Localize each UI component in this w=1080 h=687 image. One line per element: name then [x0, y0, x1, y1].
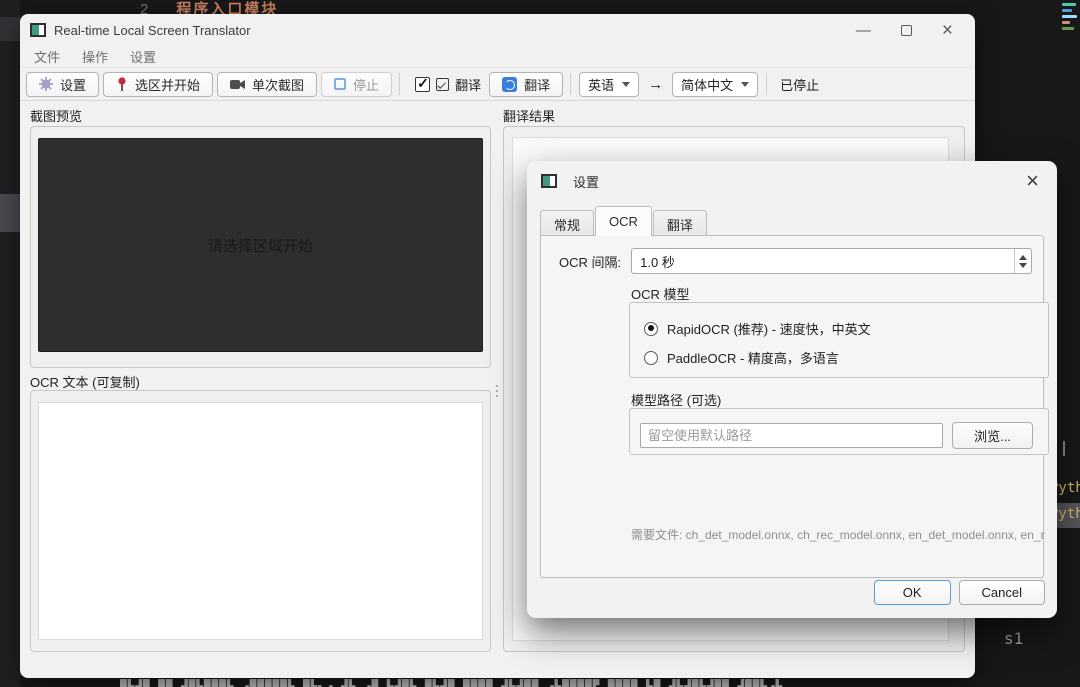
- toolbar-separator: [570, 73, 572, 95]
- menu-action[interactable]: 操作: [82, 47, 108, 66]
- status-label: 已停止: [780, 77, 820, 93]
- ocr-model-group-title: OCR 模型: [631, 287, 690, 302]
- direction-arrow: →: [648, 75, 664, 93]
- preview-label: 截图预览: [30, 109, 83, 124]
- pin-icon: [118, 76, 126, 91]
- settings-dialog: 设置 × 常规 OCR 翻译 OCR 间隔: 1.0 秒 OCR 模型 Rapi…: [527, 161, 1057, 618]
- code-fragment: s1: [1004, 629, 1024, 648]
- spinner-up-icon[interactable]: [1019, 254, 1027, 260]
- toolbar-separator: [766, 73, 768, 95]
- dialog-title: 设置: [573, 174, 600, 190]
- settings-button[interactable]: 设置: [26, 71, 100, 97]
- dialog-app-icon: [541, 174, 557, 188]
- window-title: Real-time Local Screen Translator: [54, 22, 251, 38]
- terminal-output-clipped: █▙▟█ ██ ▟█▙███▙ ▗█████▙ █▙▖▗ ▟▙ ▗█ ▙▟█▙ …: [120, 679, 784, 687]
- tab-general[interactable]: 常规: [540, 210, 595, 236]
- ocr-interval-label: OCR 间隔:: [559, 254, 622, 270]
- spinner-down-icon[interactable]: [1019, 262, 1027, 268]
- code-minimap: [1062, 3, 1078, 33]
- radio-paddleocr[interactable]: PaddleOCR - 精度高，多语言: [644, 348, 839, 367]
- translate-button[interactable]: 翻译: [489, 71, 564, 97]
- dialog-title-bar[interactable]: 设置 ×: [527, 161, 1057, 201]
- translate-checkbox[interactable]: 翻译: [415, 75, 481, 94]
- menu-settings[interactable]: 设置: [130, 47, 156, 66]
- model-path-groupbox: 浏览...: [629, 408, 1049, 455]
- translate-toggle-icon: [436, 77, 450, 91]
- tab-translate[interactable]: 翻译: [652, 210, 707, 236]
- model-path-group-title: 模型路径 (可选): [631, 393, 722, 408]
- ocr-text-label: OCR 文本 (可复制): [30, 375, 140, 390]
- ocr-interval-spinbox[interactable]: 1.0 秒: [631, 248, 1032, 274]
- activity-bar-item: [0, 194, 20, 232]
- browse-button[interactable]: 浏览...: [952, 422, 1033, 449]
- radio-selected-icon[interactable]: [644, 321, 658, 336]
- cancel-button[interactable]: Cancel: [958, 580, 1045, 605]
- ok-button[interactable]: OK: [873, 580, 951, 605]
- spinner-buttons[interactable]: [1014, 249, 1031, 273]
- gear-icon: [39, 77, 53, 91]
- menu-file[interactable]: 文件: [34, 47, 60, 66]
- translation-result-label: 翻译结果: [503, 109, 556, 124]
- preview-placeholder-text: 请选择区域开始: [207, 237, 313, 255]
- settings-tabs: 常规 OCR 翻译: [540, 206, 708, 236]
- splitter-handle[interactable]: [494, 374, 500, 408]
- toolbar: 设置 选区并开始 单次截图 停止 翻译 翻译 英语 →: [20, 68, 975, 101]
- minimize-button[interactable]: —: [856, 23, 871, 38]
- radio-unselected-icon[interactable]: [644, 350, 658, 365]
- dialog-close-icon[interactable]: ×: [1022, 170, 1043, 192]
- single-capture-button[interactable]: 单次截图: [217, 71, 318, 97]
- tab-ocr[interactable]: OCR: [595, 206, 652, 236]
- translate-refresh-icon: [502, 76, 518, 92]
- tab-pane: OCR 间隔: 1.0 秒 OCR 模型 RapidOCR (推荐) - 速度快…: [540, 235, 1049, 578]
- screenshot-preview: 请选择区域开始: [38, 138, 483, 352]
- chevron-down-icon: [622, 81, 631, 87]
- radio-rapidocr[interactable]: RapidOCR (推荐) - 速度快，中英文: [644, 319, 871, 338]
- required-files-hint: 需要文件: ch_det_model.onnx, ch_rec_model.on…: [631, 528, 1045, 542]
- source-language-select[interactable]: 英语: [579, 71, 640, 97]
- maximize-button[interactable]: [900, 24, 912, 36]
- menu-bar: 文件 操作 设置: [20, 46, 975, 68]
- checkbox-checked-icon[interactable]: [415, 75, 431, 92]
- chevron-down-icon: [741, 81, 750, 87]
- editor-activity-bar: [0, 0, 20, 687]
- select-region-start-button[interactable]: 选区并开始: [103, 71, 214, 97]
- translate-checkbox-label: 翻译: [455, 77, 482, 93]
- stop-icon: [334, 78, 347, 90]
- close-button[interactable]: ×: [942, 21, 953, 40]
- ocr-text-area[interactable]: [38, 402, 483, 640]
- activity-bar-item: [0, 17, 20, 41]
- target-language-select[interactable]: 简体中文: [672, 71, 759, 97]
- toolbar-separator: [399, 73, 401, 95]
- title-bar[interactable]: Real-time Local Screen Translator — ×: [20, 14, 975, 46]
- editor-cursor: [1063, 441, 1065, 456]
- ocr-interval-value: 1.0 秒: [640, 254, 675, 270]
- stop-button[interactable]: 停止: [321, 71, 393, 97]
- app-icon: [30, 23, 46, 37]
- ocr-model-groupbox: RapidOCR (推荐) - 速度快，中英文 PaddleOCR - 精度高，…: [629, 302, 1049, 378]
- camera-icon: [230, 79, 246, 89]
- model-path-input[interactable]: [640, 423, 943, 448]
